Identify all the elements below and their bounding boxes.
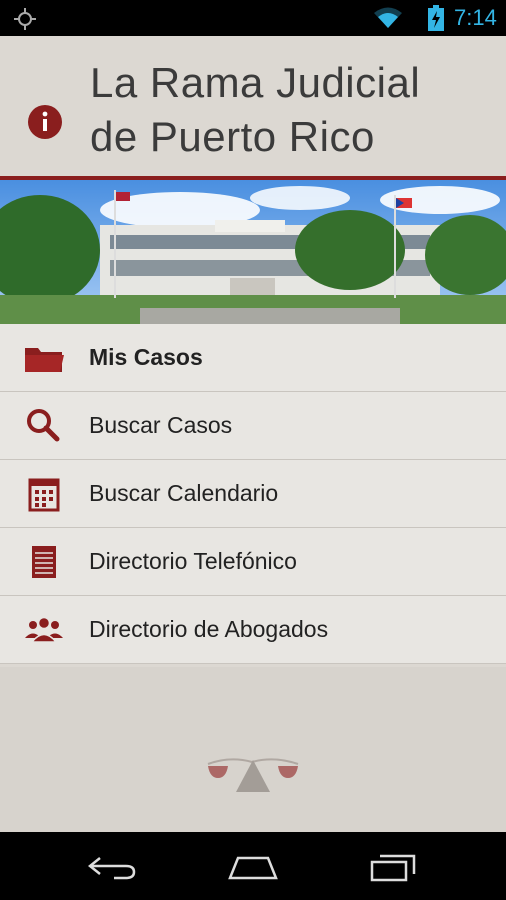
menu-item-buscar-calendario[interactable]: Buscar Calendario (0, 460, 506, 528)
wifi-icon (374, 7, 402, 28)
phone-directory-icon (32, 546, 56, 578)
menu-item-label: Buscar Calendario (89, 480, 279, 506)
title-line-2: de Puerto Rico (90, 113, 375, 160)
menu-item-label: Buscar Casos (89, 412, 233, 438)
clock: 7:14 (454, 5, 497, 30)
battery-icon (428, 5, 444, 31)
menu-item-label: Directorio Telefónico (89, 548, 297, 574)
menu-item-buscar-casos[interactable]: Buscar Casos (0, 392, 506, 460)
menu-item-label: Directorio de Abogados (89, 616, 329, 642)
menu-item-directorio-abogados[interactable]: Directorio de Abogados (0, 596, 506, 664)
search-icon (27, 409, 60, 442)
recent-apps-icon[interactable] (368, 852, 422, 882)
back-icon[interactable] (86, 852, 140, 882)
info-icon[interactable] (27, 104, 63, 140)
menu-item-label: Mis Casos (89, 344, 203, 370)
home-icon[interactable] (226, 852, 280, 882)
content-background (0, 667, 506, 832)
status-bar: 7:14 (0, 0, 506, 36)
lawyers-icon (25, 616, 63, 643)
system-navigation-bar (0, 832, 506, 900)
folder-icon (25, 348, 64, 372)
main-menu: Mis Casos Buscar Casos Buscar Calendario (0, 324, 506, 664)
scales-of-justice-logo (207, 758, 299, 792)
app-header: La Rama Judicial de Puerto Rico (0, 36, 506, 176)
courthouse-banner-image (0, 180, 506, 324)
page-title: La Rama Judicial de Puerto Rico (90, 56, 490, 164)
menu-item-mis-casos[interactable]: Mis Casos (0, 324, 506, 392)
menu-item-directorio-telefonico[interactable]: Directorio Telefónico (0, 528, 506, 596)
calendar-icon (28, 478, 60, 512)
title-line-1: La Rama Judicial (90, 59, 421, 106)
gps-icon (14, 8, 36, 30)
